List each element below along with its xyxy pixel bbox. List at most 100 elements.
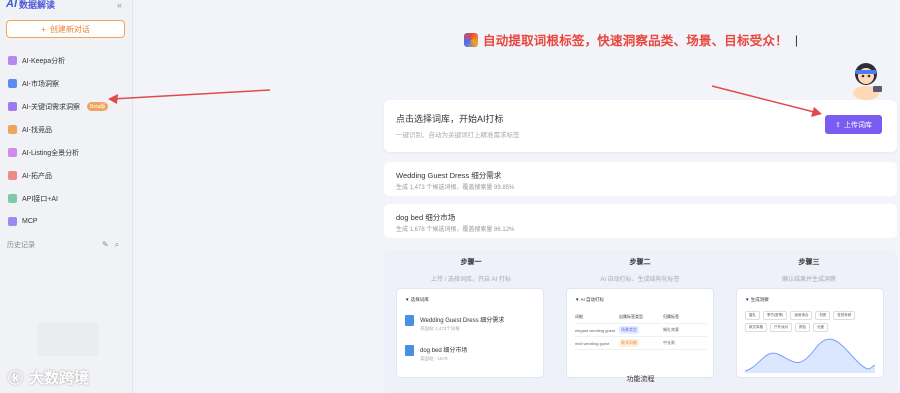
sidebar-item-keepa[interactable]: AI-Keepa分析 (6, 49, 127, 72)
document-icon (405, 345, 414, 356)
collapse-sidebar-icon[interactable]: « (117, 0, 122, 10)
table-header: 词根 自属标签类型 归属标签 (575, 311, 707, 324)
step-subtitle: 确认结果并生成洞察 (781, 277, 836, 283)
step-title: 步骤二 (629, 259, 651, 266)
sidebar-item-mcp[interactable]: MCP (6, 210, 127, 233)
brand-logo: AI (6, 0, 17, 10)
insight-area-chart (745, 338, 875, 373)
history-card-title: dog bed 细分市场 (396, 213, 456, 222)
step-title: 步骤一 (460, 259, 482, 266)
sidebar-item-expand-product[interactable]: AI-拓产品 (6, 164, 127, 187)
keyword-icon (8, 102, 17, 111)
preview-item-title: dog bed 细分市场 (420, 348, 468, 354)
preview-item-sub: 英国站·1,473个词根 (420, 326, 460, 331)
banner-text: 自动提取词根标签，快速洞察品类、场景、目标受众！ (483, 34, 788, 48)
chip: 款式风格 (745, 323, 767, 332)
history-tools: ✎ ⌕ (102, 240, 119, 250)
sidebar-item-market[interactable]: AI-市场洞察 (6, 72, 127, 95)
function-flow: 步骤一 上传 / 选择词库，开启 AI 打标 步骤二 AI 自动打标、生成结构化… (384, 250, 897, 393)
tag-chips: 婚礼 季节(夏季) 适用场合 材质 性别年龄 款式风格 户外派对 颜色 长度 (745, 311, 877, 332)
plus-icon: + (41, 24, 46, 34)
history-card[interactable]: dog bed 细分市场 生成 1,678 个候选词根，覆盖搜索量 86.12% (384, 204, 897, 238)
preview-item: Wedding Guest Dress 细分需求 英国站·1,473个词根 (405, 315, 504, 332)
preview-item-title: Wedding Guest Dress 细分需求 (420, 318, 505, 324)
sidebar-item-label: AI-拓产品 (22, 172, 52, 180)
panel-header: ▼ AI 自动打标 (575, 297, 604, 302)
new-chat-label: 创建新对话 (49, 24, 90, 34)
history-card[interactable]: Wedding Guest Dress 细分需求 生成 1,473 个候选词根，… (384, 162, 897, 196)
preview-item: dog bed 细分市场 美国站 · 1678 (405, 345, 467, 362)
upload-card-subtitle: 一键识别、自动为关键词打上精准需求标签 (396, 132, 520, 139)
sidebar-item-label: MCP (22, 218, 38, 225)
chip: 季节(夏季) (763, 311, 788, 320)
step-one-preview: ▼ 选择词库 Wedding Guest Dress 细分需求 英国站·1,473… (396, 288, 544, 378)
brand-s-icon (464, 32, 478, 47)
history-label: 历史记录 (7, 242, 35, 249)
history-card-subtitle: 生成 1,473 个候选词根，覆盖搜索量 99.85% (396, 185, 515, 191)
market-icon (8, 79, 17, 88)
banner: 自动提取词根标签，快速洞察品类、场景、目标受众！ | (464, 30, 798, 49)
search-icon[interactable]: ⌕ (115, 240, 119, 250)
step-two-preview: ▼ AI 自动打标 词根 自属标签类型 归属标签 elegant wedding g… (566, 288, 714, 378)
competitor-icon (8, 125, 17, 134)
product-icon (8, 171, 17, 180)
chip: 婚礼 (745, 311, 760, 320)
preview-table: 词根 自属标签类型 归属标签 elegant wedding guest 场景类型 婚礼… (575, 311, 707, 350)
edit-icon[interactable]: ✎ (102, 240, 109, 250)
api-icon (8, 194, 17, 203)
panel-header: ▼ 生成洞察 (745, 297, 769, 302)
upload-icon: ⇪ (835, 121, 841, 129)
mcp-icon (8, 217, 17, 226)
sidebar-item-api[interactable]: API接口+AI (6, 187, 127, 210)
document-icon (405, 315, 414, 326)
step-three: 步骤三 确认结果并生成洞察 (734, 257, 884, 283)
upload-lexicon-button[interactable]: ⇪ 上传词库 (825, 115, 882, 134)
chip: 长度 (813, 323, 828, 332)
history-card-title: Wedding Guest Dress 细分需求 (396, 171, 502, 180)
sidebar-item-label: AI-Keepa分析 (22, 57, 66, 65)
step-subtitle: AI 自动打标、生成结构化标签 (600, 277, 680, 283)
chip: 材质 (815, 311, 831, 320)
beta-badge: Beta版 (86, 102, 109, 111)
sidebar-item-label: AI-找竞品 (22, 126, 52, 134)
watermark-text: 大数跨境 (29, 370, 90, 387)
brand-name: 数据解读 (19, 0, 56, 10)
preview-item-sub: 美国站 · 1678 (420, 356, 448, 361)
sidebar-item-label: AI-市场洞察 (22, 80, 59, 88)
sidebar-item-keyword-insight[interactable]: AI-关键词需求洞察 Beta版 (6, 95, 127, 118)
keepa-icon (8, 56, 17, 65)
step-three-preview: ▼ 生成洞察 婚礼 季节(夏季) 适用场合 材质 性别年龄 款式风格 户外派对 … (736, 288, 884, 378)
step-one: 步骤一 上传 / 选择词库，开启 AI 打标 (396, 257, 546, 283)
brand: AI 数据解读 (6, 0, 55, 12)
flow-label: 功能流程 (626, 376, 655, 383)
table-row: midi wedding guest 款式风格 中长款 (575, 337, 707, 350)
chip: 户外派对 (770, 323, 792, 332)
chip: 颜色 (795, 323, 810, 332)
listing-icon (8, 148, 17, 157)
sidebar-item-competitor[interactable]: AI-找竞品 (6, 118, 127, 141)
panel-header: ▼ 选择词库 (405, 297, 429, 302)
history-card-subtitle: 生成 1,678 个候选词根，覆盖搜索量 86.12% (396, 227, 515, 233)
upload-button-label: 上传词库 (843, 121, 872, 129)
step-subtitle: 上传 / 选择词库，开启 AI 打标 (430, 277, 511, 283)
upload-card[interactable]: 点击选择词库，开始AI打标 一键识别、自动为关键词打上精准需求标签 ⇪ 上传词库 (384, 100, 897, 152)
main-area: 自动提取词根标签，快速洞察品类、场景、目标受众！ | 点击选择词库，开始AI打标… (134, 0, 900, 393)
table-row: elegant wedding guest 场景类型 婚礼宾客 (575, 324, 707, 337)
sidebar-item-listing[interactable]: AI-Listing全景分析 (6, 141, 127, 164)
watermark: ⓚ 大数跨境 (8, 367, 89, 388)
chip: 适用场合 (790, 311, 813, 320)
chip: 性别年龄 (833, 311, 856, 320)
empty-history-illustration (38, 322, 98, 356)
sidebar: AI 数据解读 « + 创建新对话 AI-Keepa分析 AI-市场洞察 AI-… (0, 0, 133, 393)
watermark-logo-icon: ⓚ (8, 370, 24, 387)
step-title: 步骤三 (798, 259, 820, 266)
sidebar-item-label: AI-关键词需求洞察 (22, 103, 80, 111)
sidebar-item-label: AI-Listing全景分析 (22, 149, 80, 157)
mascot-icon (853, 63, 882, 100)
new-chat-button[interactable]: + 创建新对话 (6, 20, 125, 38)
upload-card-title: 点击选择词库，开始AI打标 (396, 114, 504, 124)
step-two: 步骤二 AI 自动打标、生成结构化标签 (565, 257, 715, 283)
text-caret: | (794, 32, 798, 47)
sidebar-item-label: API接口+AI (22, 195, 58, 203)
sidebar-nav: AI-Keepa分析 AI-市场洞察 AI-关键词需求洞察 Beta版 AI-找竞… (6, 49, 127, 233)
